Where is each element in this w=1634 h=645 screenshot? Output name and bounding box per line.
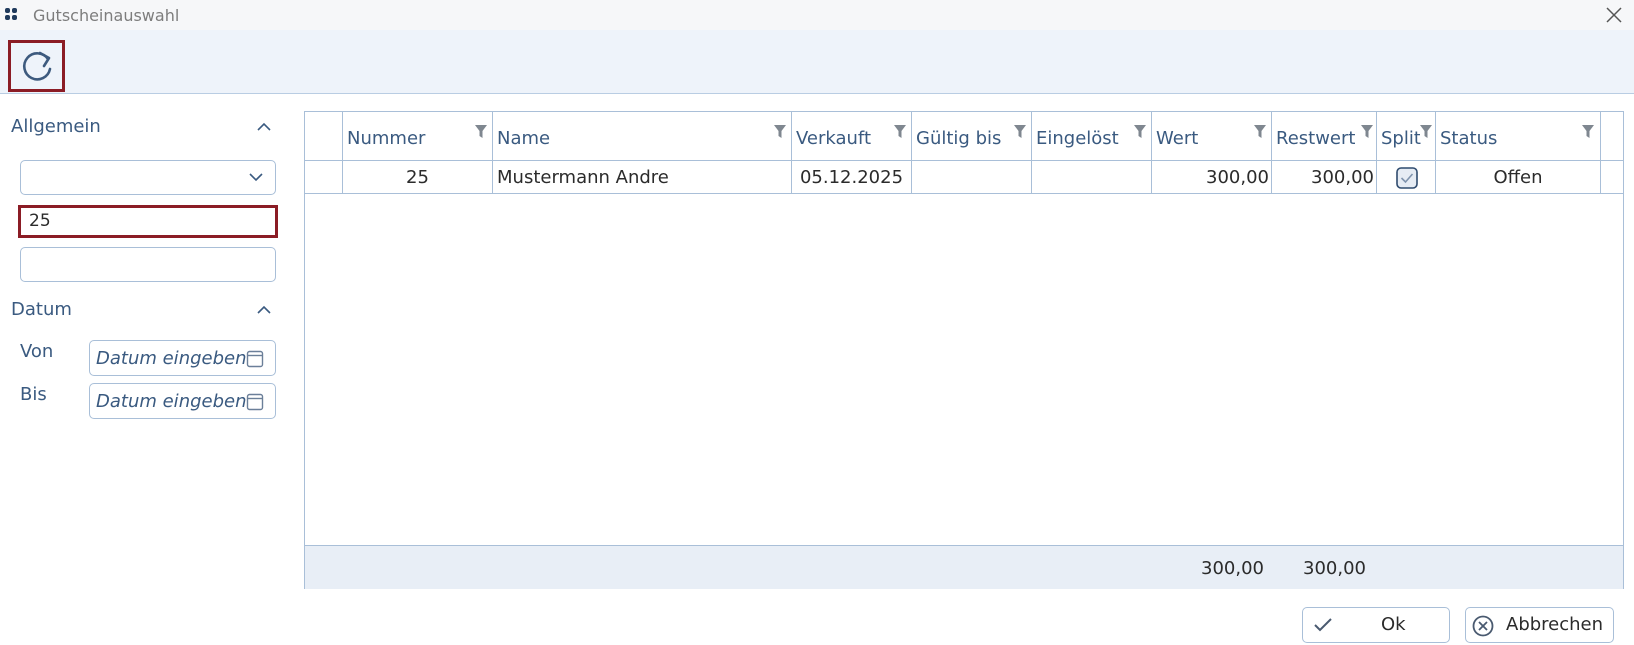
from-date-field[interactable]: Datum eingeben	[89, 340, 276, 376]
filter-icon[interactable]	[1014, 124, 1026, 140]
column-header-name[interactable]: Name	[493, 112, 792, 160]
filter-icon[interactable]	[1361, 124, 1373, 140]
to-date-field[interactable]: Datum eingeben	[89, 383, 276, 419]
cell-status: Offen	[1436, 161, 1601, 193]
chevron-down-icon	[249, 173, 263, 182]
calendar-icon[interactable]	[246, 393, 264, 411]
filter-dropdown[interactable]	[20, 160, 276, 195]
split-checkbox[interactable]	[1396, 167, 1418, 189]
column-header-label: Restwert	[1276, 128, 1356, 149]
filter-icon[interactable]	[894, 124, 906, 140]
table-row[interactable]: 25 Mustermann Andre 05.12.2025 300,00 30…	[305, 161, 1623, 194]
column-header-split[interactable]: Split	[1377, 112, 1436, 160]
filter-icon[interactable]	[475, 124, 487, 140]
row-selector-header	[305, 112, 343, 160]
cell-verkauft: 05.12.2025	[792, 161, 912, 193]
column-header-label: Wert	[1156, 128, 1199, 149]
restwert-sum: 300,00	[1303, 558, 1366, 579]
title-bar: Gutscheinauswahl	[0, 0, 1634, 30]
column-header-label: Gültig bis	[916, 128, 1002, 149]
column-header-label: Status	[1440, 128, 1498, 149]
window-title: Gutscheinauswahl	[33, 6, 180, 25]
column-header-wert[interactable]: Wert	[1152, 112, 1272, 160]
column-header-status[interactable]: Status	[1436, 112, 1601, 160]
search-input[interactable]	[20, 247, 276, 282]
checkmark-icon	[1314, 618, 1332, 632]
column-header-label: Verkauft	[796, 128, 872, 149]
column-header-nummer[interactable]: Nummer	[343, 112, 493, 160]
cell-split	[1377, 161, 1436, 193]
column-header-restwert[interactable]: Restwert	[1272, 112, 1377, 160]
cancel-circle-icon	[1472, 615, 1494, 637]
ok-button-label: Ok	[1381, 614, 1406, 635]
date-section-header[interactable]: Datum	[11, 299, 72, 320]
column-header-label: Nummer	[347, 128, 426, 149]
from-date-placeholder: Datum eingeben	[96, 348, 247, 369]
cell-nummer: 25	[343, 161, 493, 193]
toolbar	[0, 30, 1634, 94]
ok-button[interactable]: Ok	[1302, 607, 1450, 643]
filter-icon[interactable]	[774, 124, 786, 140]
filter-icon[interactable]	[1134, 124, 1146, 140]
filter-icon[interactable]	[1582, 124, 1594, 140]
grid-summary-row: 300,00 300,00	[305, 545, 1623, 589]
cell-name: Mustermann Andre	[493, 161, 792, 193]
column-header-verkauft[interactable]: Verkauft	[792, 112, 912, 160]
column-header-gueltig-bis[interactable]: Gültig bis	[912, 112, 1032, 160]
row-selector[interactable]	[305, 161, 343, 193]
column-header-label: Eingelöst	[1036, 128, 1119, 149]
calendar-icon[interactable]	[246, 350, 264, 368]
filter-icon[interactable]	[1254, 124, 1266, 140]
from-date-label: Von	[20, 341, 54, 362]
filter-icon[interactable]	[1420, 124, 1432, 140]
general-section-header[interactable]: Allgemein	[11, 116, 101, 137]
column-header-label: Name	[497, 128, 551, 149]
cell-wert: 300,00	[1152, 161, 1272, 193]
wert-sum: 300,00	[1201, 558, 1264, 579]
cell-restwert: 300,00	[1272, 161, 1377, 193]
column-header-eingeloest[interactable]: Eingelöst	[1032, 112, 1152, 160]
grid-header-row: Nummer Name Verkauft Gültig bis Eingelös…	[305, 112, 1623, 161]
cancel-button[interactable]: Abbrechen	[1465, 607, 1614, 643]
column-header-label: Split	[1381, 128, 1421, 149]
cancel-button-label: Abbrechen	[1506, 614, 1604, 635]
chevron-up-icon[interactable]	[256, 305, 272, 315]
chevron-up-icon[interactable]	[256, 122, 272, 132]
app-icon	[5, 8, 17, 20]
voucher-grid: Nummer Name Verkauft Gültig bis Eingelös…	[304, 111, 1624, 589]
cell-eingeloest	[1032, 161, 1152, 193]
number-search-input[interactable]: 25	[18, 205, 278, 238]
cell-gueltig-bis	[912, 161, 1032, 193]
refresh-icon	[22, 51, 52, 81]
to-date-label: Bis	[20, 384, 47, 405]
to-date-placeholder: Datum eingeben	[96, 391, 247, 412]
refresh-button[interactable]	[8, 40, 65, 92]
close-icon[interactable]	[1604, 5, 1624, 25]
